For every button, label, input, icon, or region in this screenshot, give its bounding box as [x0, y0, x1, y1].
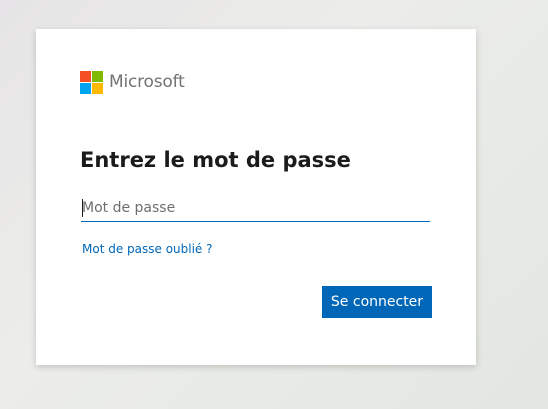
password-input[interactable]: [81, 194, 430, 222]
logo-square-green: [92, 71, 103, 82]
brand-name: Microsoft: [109, 72, 185, 92]
forgot-password-link[interactable]: Mot de passe oublié ?: [82, 242, 213, 256]
microsoft-logo: Microsoft: [80, 71, 185, 94]
signin-button[interactable]: Se connecter: [322, 286, 432, 318]
microsoft-logo-icon: [80, 71, 103, 94]
logo-square-red: [80, 71, 91, 82]
logo-square-yellow: [92, 83, 103, 94]
page-title: Entrez le mot de passe: [80, 148, 351, 172]
logo-square-blue: [80, 83, 91, 94]
signin-card: Microsoft Entrez le mot de passe Mot de …: [36, 29, 476, 365]
text-cursor: [82, 199, 83, 217]
